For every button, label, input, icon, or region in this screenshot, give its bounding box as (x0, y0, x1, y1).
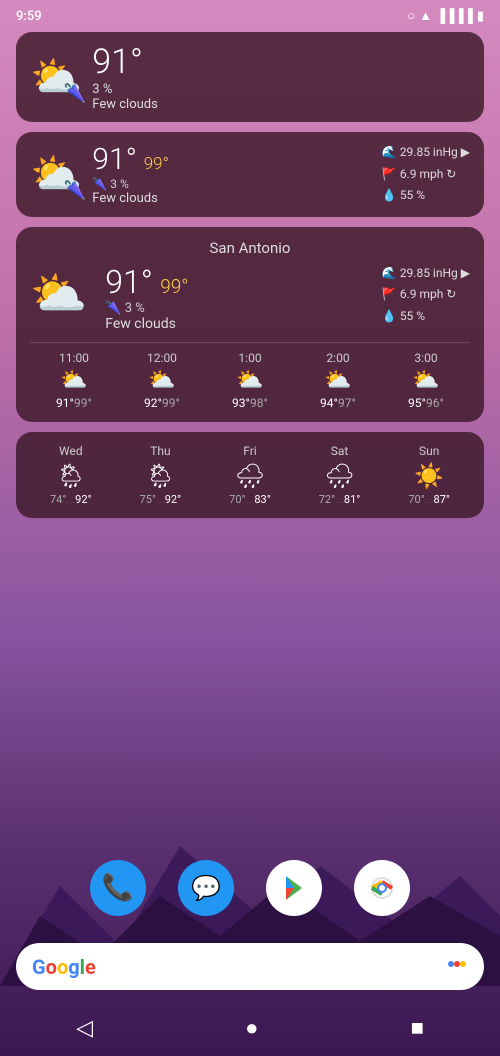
weather-right-large: 🌊 29.85 inHg ▶ 🚩 6.9 mph ↻ 💧 55 % (382, 263, 470, 328)
signal-icon: ▐▐▐▐ (436, 8, 473, 24)
day-temp: 72°...81° (295, 493, 385, 506)
battery-icon: ▮ (477, 9, 484, 24)
weather-right-medium: 🌊 29.85 inHg ▶ 🚩 6.9 mph ↻ 💧 55 % (382, 142, 470, 207)
hourly-item: 11:00 ⛅ 91°99° (30, 351, 118, 410)
condition-small: Few clouds (92, 97, 158, 112)
day-icon: 🌦 (116, 462, 206, 490)
temp-medium: 91° (92, 142, 137, 177)
day-name: Sun (384, 444, 474, 458)
home-button[interactable]: ● (225, 1007, 278, 1049)
status-icons: ○ ▲ ▐▐▐▐ ▮ (407, 8, 484, 24)
hour-icon: ⛅ (206, 368, 294, 393)
hour-label: 3:00 (382, 351, 470, 365)
temp-section-large: 91° 99° 🌂 3 % Few clouds (105, 263, 188, 332)
app-dock: 📞 💬 (0, 860, 500, 916)
day-name: Fri (205, 444, 295, 458)
day-icon: ☀️ (384, 462, 474, 490)
precip-small: 3 % (92, 82, 158, 97)
chrome-icon (366, 872, 398, 904)
day-icon: 🌧 (295, 462, 385, 490)
hour-temp: 94°97° (294, 396, 382, 410)
weekly-forecast: Wed 🌦 74°...92° Thu 🌦 75°...92° Fri 🌧 70… (26, 444, 474, 506)
phone-app[interactable]: 📞 (90, 860, 146, 916)
weather-icon-small: ⛅ 🌂 (30, 53, 82, 102)
recents-button[interactable]: ■ (391, 1007, 444, 1049)
condition-large: Few clouds (105, 316, 188, 332)
weather-icon-medium: ⛅ 🌂 (30, 150, 82, 199)
day-name: Thu (116, 444, 206, 458)
mic-dots-icon (446, 953, 468, 980)
hour-temp: 93°98° (206, 396, 294, 410)
hourly-item: 2:00 ⛅ 94°97° (294, 351, 382, 410)
chrome-app[interactable] (354, 860, 410, 916)
play-store-app[interactable] (266, 860, 322, 916)
hour-icon: ⛅ (382, 368, 470, 393)
day-temp: 70°...87° (384, 493, 474, 506)
hour-label: 2:00 (294, 351, 382, 365)
temp-small: 91° (92, 42, 143, 82)
weather-widget-small: ⛅ 🌂 91° 3 % Few clouds (16, 32, 484, 122)
day-temp: 75°...92° (116, 493, 206, 506)
temp-large: 91° (105, 263, 153, 301)
day-name: Wed (26, 444, 116, 458)
hour-icon: ⛅ (294, 368, 382, 393)
messages-app[interactable]: 💬 (178, 860, 234, 916)
precip-large: 🌂 3 % (105, 301, 188, 316)
day-name: Sat (295, 444, 385, 458)
hourly-item: 1:00 ⛅ 93°98° (206, 351, 294, 410)
status-bar: 9:59 ○ ▲ ▐▐▐▐ ▮ (0, 0, 500, 28)
hour-icon: ⛅ (30, 368, 118, 393)
weather-widget-large: San Antonio ⛅ 91° 99° 🌂 3 % Few clouds 🌊… (16, 227, 484, 422)
weekly-item: Wed 🌦 74°...92° (26, 444, 116, 506)
hour-label: 1:00 (206, 351, 294, 365)
condition-medium: Few clouds (92, 191, 169, 206)
hourly-forecast: 11:00 ⛅ 91°99° 12:00 ⛅ 92°99° 1:00 ⛅ 93°… (30, 342, 470, 410)
weekly-item: Fri 🌧 70°...83° (205, 444, 295, 506)
hour-temp: 91°99° (30, 396, 118, 410)
hi-temp-large: 99° (160, 275, 188, 298)
wifi-icon: ▲ (419, 8, 432, 24)
hi-temp-medium: 99° (144, 154, 169, 174)
circle-icon: ○ (407, 8, 415, 24)
hour-label: 12:00 (118, 351, 206, 365)
precip-medium: 🌂 3 % (92, 177, 169, 191)
weekly-item: Sun ☀️ 70°...87° (384, 444, 474, 506)
day-icon: 🌦 (26, 462, 116, 490)
search-bar[interactable]: Google (16, 943, 484, 990)
hour-label: 11:00 (30, 351, 118, 365)
weather-widget-weekly: Wed 🌦 74°...92° Thu 🌦 75°...92° Fri 🌧 70… (16, 432, 484, 518)
nav-bar: ◁ ● ■ (0, 1000, 500, 1056)
weekly-item: Thu 🌦 75°...92° (116, 444, 206, 506)
hour-icon: ⛅ (118, 368, 206, 393)
weather-icon-large: ⛅ (30, 267, 87, 321)
hourly-item: 3:00 ⛅ 95°96° (382, 351, 470, 410)
google-dots-icon (446, 953, 468, 975)
weather-widget-medium: ⛅ 🌂 91° 99° 🌂 3 % Few clouds 🌊 29.85 inH… (16, 132, 484, 217)
day-icon: 🌧 (205, 462, 295, 490)
main-weather-row: ⛅ 91° 99° 🌂 3 % Few clouds 🌊 29.85 inHg … (30, 263, 470, 332)
weather-info-small: 91° 3 % Few clouds (92, 42, 158, 112)
day-temp: 70°...83° (205, 493, 295, 506)
hour-temp: 92°99° (118, 396, 206, 410)
city-name: San Antonio (30, 239, 470, 257)
google-logo: Google (32, 955, 96, 979)
hour-temp: 95°96° (382, 396, 470, 410)
time: 9:59 (16, 9, 42, 24)
back-button[interactable]: ◁ (56, 1008, 113, 1049)
play-store-icon (280, 874, 308, 902)
weather-left-medium: 91° 99° 🌂 3 % Few clouds (92, 142, 169, 206)
day-temp: 74°...92° (26, 493, 116, 506)
weekly-item: Sat 🌧 72°...81° (295, 444, 385, 506)
hourly-item: 12:00 ⛅ 92°99° (118, 351, 206, 410)
